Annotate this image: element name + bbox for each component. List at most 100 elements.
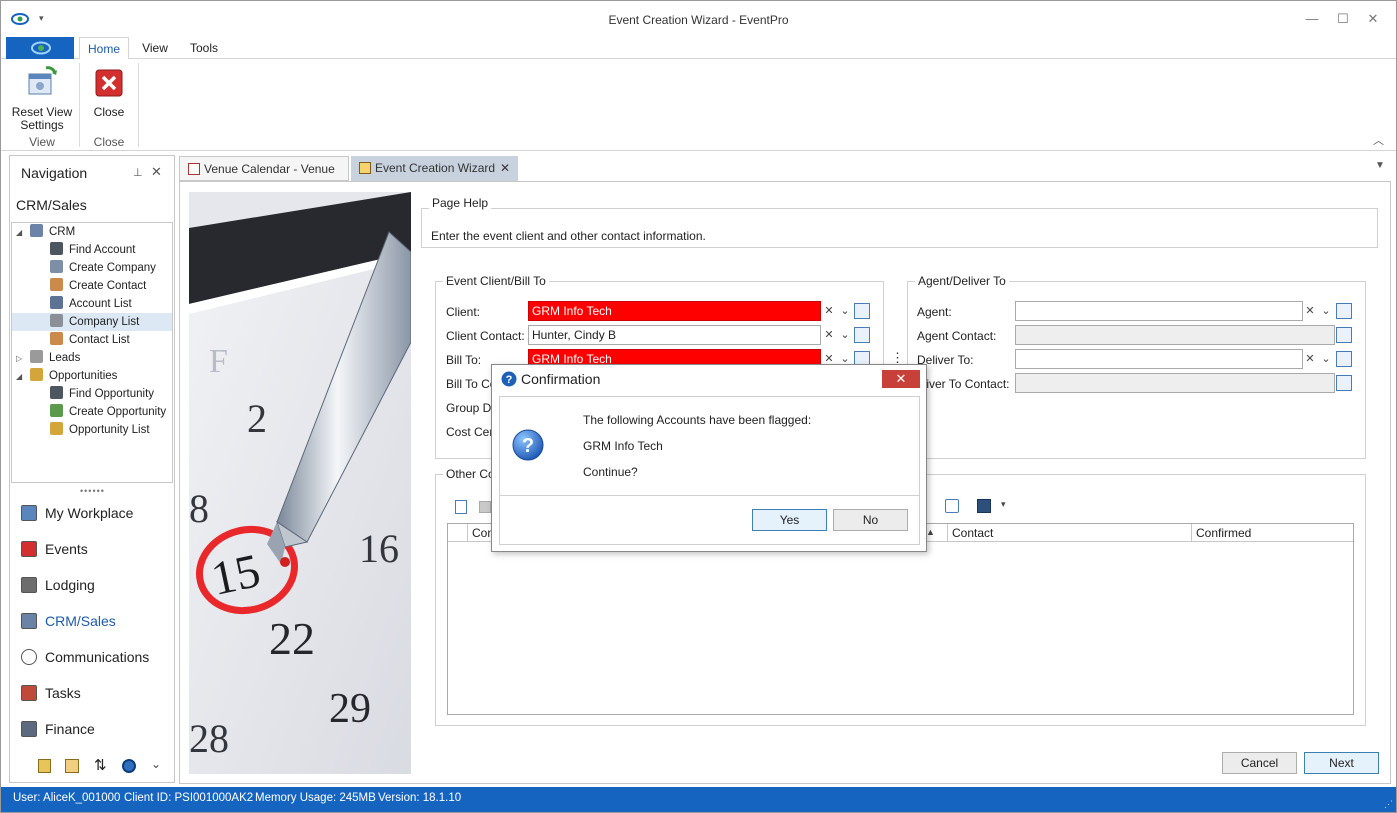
tab-home[interactable]: Home	[79, 37, 129, 60]
reset-view-label: Reset View Settings	[11, 105, 73, 132]
client-contact-label: Client Contact:	[446, 329, 525, 343]
new-contact-icon[interactable]	[455, 500, 467, 514]
client-contact-dropdown-icon[interactable]: ⌄	[837, 325, 853, 345]
module-lodging[interactable]: Lodging	[10, 567, 174, 603]
file-menu-button[interactable]	[6, 37, 74, 59]
tree-item-label: Find Account	[69, 244, 136, 256]
module-finance[interactable]: Finance	[10, 711, 174, 747]
agent-label: Agent:	[917, 305, 952, 319]
deliver-to-dropdown-icon[interactable]: ⌄	[1318, 349, 1334, 369]
save-layout-icon[interactable]	[977, 499, 991, 513]
tree-item[interactable]: Find Opportunity	[12, 385, 172, 403]
chevron-down-icon[interactable]: ⌄	[151, 757, 161, 771]
tree-item[interactable]: ◢ CRM	[12, 223, 172, 241]
clear-client-contact-icon[interactable]: ✕	[821, 325, 837, 345]
client-dropdown-icon[interactable]: ⌄	[837, 301, 853, 321]
svg-text:29: 29	[329, 686, 371, 732]
tree-item[interactable]: Account List	[12, 295, 172, 313]
close-tab-icon[interactable]: ✕	[500, 156, 510, 181]
binoculars-icon	[50, 242, 63, 255]
close-panel-icon[interactable]: ✕	[151, 164, 162, 180]
clear-agent-icon[interactable]: ✕	[1302, 301, 1318, 321]
cancel-button[interactable]: Cancel	[1222, 752, 1297, 774]
resize-grip-icon[interactable]: ⋰	[1384, 793, 1393, 812]
status-memory: Memory Usage: 245MB	[255, 792, 376, 804]
module-label: Tasks	[45, 685, 81, 701]
agent-lookup-grid-icon[interactable]	[1336, 303, 1352, 319]
svg-text:22: 22	[269, 613, 315, 664]
tab-view[interactable]: View	[134, 37, 176, 59]
module-communications[interactable]: Communications	[10, 639, 174, 675]
tree-item[interactable]: Create Opportunity	[12, 403, 172, 421]
minimize-button[interactable]: —	[1300, 9, 1324, 29]
module-tasks[interactable]: Tasks	[10, 675, 174, 711]
reset-view-settings-button[interactable]: Reset View Settings	[9, 63, 75, 132]
no-button[interactable]: No	[833, 509, 908, 531]
tree-item-label: Find Opportunity	[69, 388, 155, 400]
ribbon-close-button[interactable]: Close	[87, 63, 131, 131]
agent-contact-lookup-grid-icon[interactable]	[1336, 327, 1352, 343]
ribbon: Reset View Settings View Close Close ︿	[1, 59, 1396, 151]
create-contact-icon	[50, 278, 63, 291]
client-combo[interactable]: GRM Info Tech	[528, 301, 821, 321]
collapse-arrow-icon[interactable]: ◢	[16, 224, 30, 242]
window-close-button[interactable]: ✕	[1361, 9, 1385, 29]
nav-toolbar: ⇅ ⌄	[38, 756, 168, 778]
tree-item[interactable]: ◢ Opportunities	[12, 367, 172, 385]
clear-deliver-to-icon[interactable]: ✕	[1302, 349, 1318, 369]
tree-item[interactable]: Opportunity List	[12, 421, 172, 439]
page-help-title: Page Help	[429, 196, 492, 210]
tabs-dropdown-icon[interactable]: ▼	[1375, 160, 1385, 171]
folders-icon[interactable]	[65, 759, 79, 773]
globe-icon[interactable]	[122, 759, 136, 773]
clear-client-icon[interactable]: ✕	[821, 301, 837, 321]
pin-icon	[21, 541, 37, 557]
svg-text:?: ?	[506, 374, 513, 386]
deliver-to-contact-lookup-grid-icon[interactable]	[1336, 375, 1352, 391]
tree-item[interactable]: Find Account	[12, 241, 172, 259]
grid-column-confirmed[interactable]: Confirmed	[1192, 524, 1353, 542]
module-my-workplace[interactable]: My Workplace	[10, 495, 174, 531]
navigation-panel: Navigation ⊥ ✕ CRM/Sales ◢ CRM Find Accoun…	[9, 155, 175, 783]
tab-tools[interactable]: Tools	[181, 37, 227, 59]
expand-arrow-icon[interactable]: ▷	[16, 350, 30, 368]
agent-combo[interactable]	[1015, 301, 1303, 321]
dialog-close-button[interactable]: ✕	[882, 370, 920, 388]
collapse-arrow-icon[interactable]: ◢	[16, 368, 30, 386]
tree-item[interactable]: ▷ Leads	[12, 349, 172, 367]
agent-dropdown-icon[interactable]: ⌄	[1318, 301, 1334, 321]
client-lookup-grid-icon[interactable]	[854, 303, 870, 319]
ribbon-close-label: Close	[93, 105, 125, 119]
sort-arrows-icon[interactable]: ⇅	[94, 756, 107, 774]
page-help-box: Enter the event client and other contact…	[421, 208, 1378, 248]
app-window: ▾ Event Creation Wizard - EventPro — ☐ ✕…	[0, 0, 1397, 813]
tab-venue-calendar[interactable]: Venue Calendar - Venue	[179, 156, 349, 181]
next-button[interactable]: Next	[1304, 752, 1379, 774]
tab-event-wizard-label: Event Creation Wizard	[375, 161, 496, 175]
pin-panel-icon[interactable]: ⊥	[133, 166, 143, 179]
module-crm-sales[interactable]: CRM/Sales	[10, 603, 174, 639]
sort-ascending-icon: ▲	[926, 527, 935, 537]
tree-item[interactable]: Create Company	[12, 259, 172, 277]
window-title: Event Creation Wizard - EventPro	[608, 13, 789, 27]
search-contact-icon[interactable]	[945, 499, 959, 513]
tree-item[interactable]: Create Contact	[12, 277, 172, 295]
tree-item[interactable]: Company List	[12, 313, 172, 331]
copy-contact-icon[interactable]	[479, 501, 491, 513]
grid-column-contact[interactable]: Contact	[948, 524, 1192, 542]
collapse-ribbon-icon[interactable]: ︿	[1373, 132, 1384, 148]
client-contact-combo[interactable]: Hunter, Cindy B	[528, 325, 821, 345]
close-red-x-icon	[95, 69, 123, 97]
clipboard-icon[interactable]	[38, 759, 51, 773]
save-layout-dropdown-icon[interactable]: ▾	[1001, 499, 1006, 510]
reset-view-icon	[28, 66, 57, 95]
tree-item[interactable]: Contact List	[12, 331, 172, 349]
dialog-title: Confirmation	[521, 371, 601, 387]
maximize-button[interactable]: ☐	[1331, 9, 1355, 29]
deliver-to-combo[interactable]	[1015, 349, 1303, 369]
module-events[interactable]: Events	[10, 531, 174, 567]
client-contact-lookup-grid-icon[interactable]	[854, 327, 870, 343]
deliver-to-lookup-grid-icon[interactable]	[1336, 351, 1352, 367]
tab-event-creation-wizard[interactable]: Event Creation Wizard ✕	[351, 156, 518, 181]
yes-button[interactable]: Yes	[752, 509, 827, 531]
